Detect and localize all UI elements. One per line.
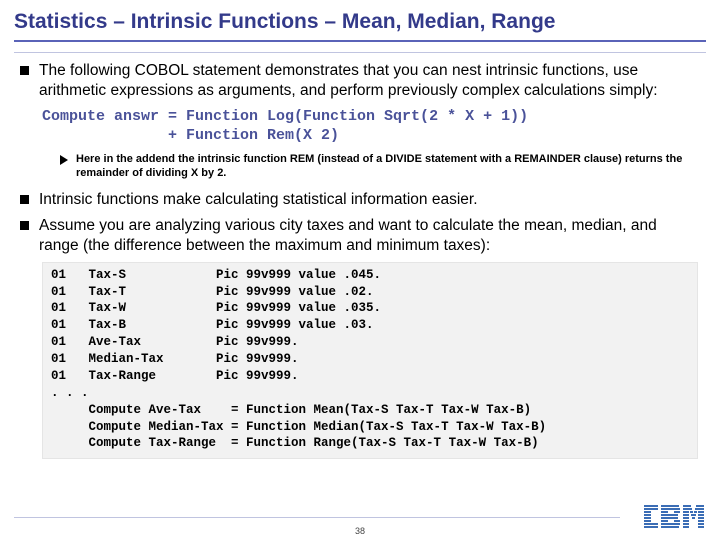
page-number: 38 bbox=[355, 526, 365, 536]
code-row: 01 Tax-S Pic 99v999 value .045. bbox=[51, 267, 689, 284]
code-line-2: + Function Rem(X 2) bbox=[20, 126, 700, 146]
page-title: Statistics – Intrinsic Functions – Mean,… bbox=[0, 0, 720, 40]
code-row: Compute Ave-Tax = Function Mean(Tax-S Ta… bbox=[51, 402, 689, 419]
bullet-item-1: The following COBOL statement demonstrat… bbox=[20, 61, 700, 101]
note-text: Here in the addend the intrinsic functio… bbox=[76, 152, 700, 181]
code-row: . . . bbox=[51, 385, 689, 402]
code-row: 01 Ave-Tax Pic 99v999. bbox=[51, 334, 689, 351]
code-row: 01 Median-Tax Pic 99v999. bbox=[51, 351, 689, 368]
code-row: 01 Tax-B Pic 99v999 value .03. bbox=[51, 317, 689, 334]
square-bullet-icon bbox=[20, 221, 29, 230]
bullet-item-3: Assume you are analyzing various city ta… bbox=[20, 216, 700, 256]
square-bullet-icon bbox=[20, 195, 29, 204]
code-row: 01 Tax-W Pic 99v999 value .035. bbox=[51, 300, 689, 317]
code-row: 01 Tax-Range Pic 99v999. bbox=[51, 368, 689, 385]
code-box: 01 Tax-S Pic 99v999 value .045. 01 Tax-T… bbox=[42, 262, 698, 460]
footer-rule bbox=[14, 517, 620, 518]
bullet-text-1: The following COBOL statement demonstrat… bbox=[39, 61, 700, 101]
bullet-item-2: Intrinsic functions make calculating sta… bbox=[20, 190, 700, 210]
code-row: 01 Tax-T Pic 99v999 value .02. bbox=[51, 284, 689, 301]
code-row: Compute Tax-Range = Function Range(Tax-S… bbox=[51, 435, 689, 452]
square-bullet-icon bbox=[20, 66, 29, 75]
code-line-1: Compute answr = Function Log(Function Sq… bbox=[20, 107, 700, 127]
code-row: Compute Median-Tax = Function Median(Tax… bbox=[51, 419, 689, 436]
bullet-text-3: Assume you are analyzing various city ta… bbox=[39, 216, 700, 256]
ibm-logo-icon bbox=[644, 505, 704, 534]
triangle-bullet-icon bbox=[60, 155, 68, 165]
note-row: Here in the addend the intrinsic functio… bbox=[20, 152, 700, 181]
content-area: The following COBOL statement demonstrat… bbox=[0, 55, 720, 459]
bullet-text-2: Intrinsic functions make calculating sta… bbox=[39, 190, 478, 210]
title-underline bbox=[14, 40, 706, 42]
title-sub-underline bbox=[14, 52, 706, 53]
